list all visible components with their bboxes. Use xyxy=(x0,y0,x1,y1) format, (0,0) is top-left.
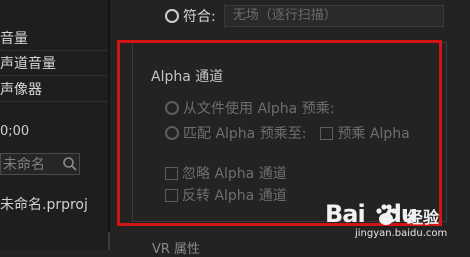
watermark-url: jingyan.baidu.com xyxy=(355,228,448,239)
conform-radio[interactable] xyxy=(165,9,179,23)
watermark-cn-text: 经验 xyxy=(407,208,440,227)
timecode: 0;00 xyxy=(0,124,30,139)
highlight-frame xyxy=(117,40,442,226)
search-icon[interactable] xyxy=(62,156,78,172)
left-item-panner[interactable]: 声像器 xyxy=(0,79,108,102)
field-order-select[interactable]: 无场（逐行扫描） xyxy=(223,5,444,27)
left-item-volume[interactable]: 音量 xyxy=(0,28,108,51)
conform-label: 符合: xyxy=(183,9,216,25)
paw-icon xyxy=(376,204,397,225)
watermark-logo-text: Bai du xyxy=(325,200,418,228)
baidu-watermark: Bai du 经验 jingyan.baidu.com xyxy=(325,200,465,248)
left-item-channel-volume[interactable]: 声道音量 xyxy=(0,53,108,76)
conform-row: 符合: 无场（逐行扫描） xyxy=(165,5,444,27)
project-file-name[interactable]: 未命名.prproj xyxy=(0,194,88,214)
vr-properties-label: VR 属性 xyxy=(152,242,201,257)
left-panel: 音量 声道音量 声像器 0;00 未命名 未命名.prproj xyxy=(0,0,108,250)
